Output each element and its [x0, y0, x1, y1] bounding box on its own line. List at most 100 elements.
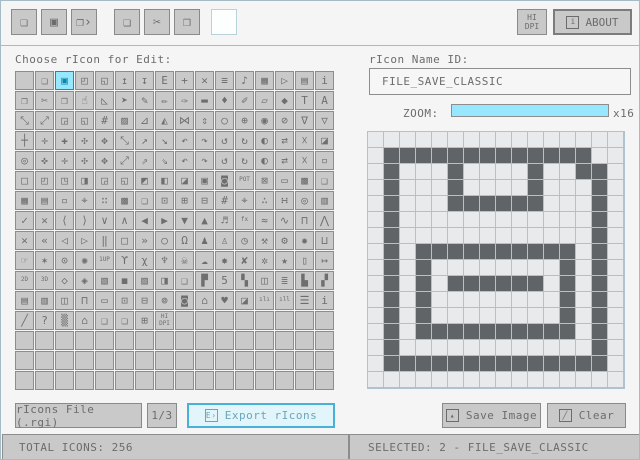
icon-grid-cell[interactable]: ◁ [55, 231, 74, 250]
icon-grid-cell[interactable]: » [135, 231, 154, 250]
icon-grid-cell[interactable]: ⊿ [135, 111, 154, 130]
icon-grid-cell[interactable] [55, 371, 74, 390]
pixel-cell[interactable] [592, 356, 608, 372]
icon-grid-cell[interactable]: ☁ [195, 251, 214, 270]
icon-grid-cell[interactable]: ◫ [255, 271, 274, 290]
icon-grid-cell[interactable]: ♥ [215, 291, 234, 310]
pixel-cell[interactable] [384, 356, 400, 372]
icon-grid-cell[interactable]: E [155, 71, 174, 90]
pixel-cell[interactable] [368, 308, 384, 324]
icon-grid-cell[interactable] [115, 351, 134, 370]
icon-grid-cell[interactable]: ⚒ [255, 231, 274, 250]
icon-grid-cell[interactable]: i [315, 291, 334, 310]
pixel-cell[interactable] [432, 356, 448, 372]
pixel-cell[interactable] [464, 324, 480, 340]
icon-grid-cell[interactable]: ⊡ [115, 291, 134, 310]
pixel-cell[interactable] [544, 372, 560, 388]
icon-grid-cell[interactable]: ➤ [115, 91, 134, 110]
icon-grid-cell[interactable]: ▫ [315, 151, 334, 170]
icon-grid-cell[interactable]: ▼ [175, 211, 194, 230]
icon-grid-cell[interactable]: ◙ [175, 291, 194, 310]
icon-grid-cell[interactable]: ╱ [15, 311, 34, 330]
pixel-cell[interactable] [528, 212, 544, 228]
icon-grid-cell[interactable]: ⇄ [275, 151, 294, 170]
icon-grid-cell[interactable] [315, 331, 334, 350]
icon-grid-cell[interactable]: ❏ [115, 311, 134, 330]
icon-grid-cell[interactable]: ✺ [75, 251, 94, 270]
pixel-cell[interactable] [416, 132, 432, 148]
pixel-cell[interactable] [512, 244, 528, 260]
icon-grid-cell[interactable]: ✑ [175, 91, 194, 110]
icon-grid-cell[interactable]: # [215, 191, 234, 210]
icon-grid-cell[interactable]: ∴ [255, 191, 274, 210]
pixel-cell[interactable] [544, 132, 560, 148]
pixel-cell[interactable] [384, 340, 400, 356]
pixel-cell[interactable] [400, 340, 416, 356]
icon-grid-cell[interactable] [255, 351, 274, 370]
icon-grid-cell[interactable]: T [295, 91, 314, 110]
icon-grid-cell[interactable]: ◆ [275, 91, 294, 110]
pixel-cell[interactable] [512, 276, 528, 292]
pixel-cell[interactable] [576, 276, 592, 292]
export-ricons-button[interactable]: E› Export rIcons [187, 403, 335, 428]
icon-grid-cell[interactable]: ▚ [235, 271, 254, 290]
icon-grid-cell[interactable]: + [175, 71, 194, 90]
pixel-cell[interactable] [560, 228, 576, 244]
pixel-cell[interactable] [448, 164, 464, 180]
icon-grid-cell[interactable] [195, 331, 214, 350]
icon-grid-cell[interactable]: « [35, 231, 54, 250]
icon-grid-cell[interactable] [215, 371, 234, 390]
icon-grid-cell[interactable] [295, 351, 314, 370]
icon-grid-cell[interactable]: ✹ [295, 231, 314, 250]
pixel-cell[interactable] [512, 228, 528, 244]
icon-grid-cell[interactable]: A [315, 91, 334, 110]
pixel-cell[interactable] [384, 324, 400, 340]
icon-grid-cell[interactable]: 2D [15, 271, 34, 290]
icon-grid-cell[interactable]: ↥ [115, 71, 134, 90]
icon-grid-cell[interactable] [235, 311, 254, 330]
pixel-cell[interactable] [448, 292, 464, 308]
icon-grid-cell[interactable]: 1UP [95, 251, 114, 270]
pixel-cell[interactable] [464, 228, 480, 244]
pixel-cell[interactable] [432, 196, 448, 212]
icon-grid-cell[interactable]: ◰ [35, 171, 54, 190]
icon-grid-cell[interactable]: ◀ [135, 211, 154, 230]
open-file-button[interactable]: ❏ [11, 9, 37, 35]
icon-grid-cell[interactable]: ⤡ [15, 111, 34, 130]
pixel-cell[interactable] [368, 340, 384, 356]
icon-grid-cell[interactable]: ◨ [155, 271, 174, 290]
pixel-cell[interactable] [608, 308, 624, 324]
pixel-cell[interactable] [464, 356, 480, 372]
icon-grid-cell[interactable]: ⋀ [315, 211, 334, 230]
pixel-cell[interactable] [512, 308, 528, 324]
pixel-cell[interactable] [464, 340, 480, 356]
pixel-cell[interactable] [448, 260, 464, 276]
icon-grid-cell[interactable] [255, 371, 274, 390]
pixel-cell[interactable] [368, 324, 384, 340]
pixel-cell[interactable] [400, 148, 416, 164]
pixel-cell[interactable] [432, 180, 448, 196]
pixel-cell[interactable] [528, 276, 544, 292]
icon-grid-cell[interactable]: ↷ [195, 151, 214, 170]
copy-button[interactable]: ❑ [114, 9, 140, 35]
icon-grid-cell[interactable]: ┼ [15, 131, 34, 150]
pixel-cell[interactable] [416, 180, 432, 196]
pixel-cell[interactable] [576, 196, 592, 212]
icon-grid-cell[interactable] [15, 71, 34, 90]
icon-grid-cell[interactable] [135, 331, 154, 350]
pixel-cell[interactable] [544, 260, 560, 276]
icon-grid-cell[interactable]: 5 [215, 271, 234, 290]
pixel-cell[interactable] [576, 308, 592, 324]
pixel-cell[interactable] [608, 356, 624, 372]
pixel-cell[interactable] [480, 356, 496, 372]
pixel-cell[interactable] [464, 148, 480, 164]
icon-grid-cell[interactable] [35, 371, 54, 390]
pixel-cell[interactable] [384, 244, 400, 260]
icon-grid-cell[interactable]: ◐ [255, 151, 274, 170]
pixel-cell[interactable] [528, 356, 544, 372]
icon-grid-cell[interactable]: ❐ [15, 91, 34, 110]
pixel-cell[interactable] [368, 292, 384, 308]
icon-grid-cell[interactable] [75, 351, 94, 370]
icon-grid-cell[interactable]: ∧ [115, 211, 134, 230]
icon-grid-cell[interactable]: ▥ [315, 191, 334, 210]
